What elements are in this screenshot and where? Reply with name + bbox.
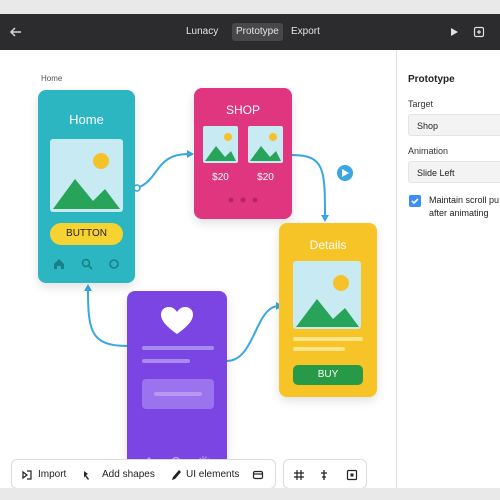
- buy-button[interactable]: BUY: [293, 365, 363, 385]
- import-button[interactable]: Import: [38, 469, 66, 481]
- prototype-canvas[interactable]: Home Home BUTTON SHOP $20 $20 Details BU…: [0, 50, 396, 488]
- import-icon: [22, 470, 32, 480]
- heart-icon: [161, 307, 193, 334]
- content-block: [142, 379, 214, 409]
- share-icon[interactable]: [472, 25, 486, 39]
- shop-card-title: SHOP: [225, 103, 260, 117]
- shapes-icon: [84, 471, 89, 480]
- pager-dots: [228, 197, 258, 203]
- connector-profile-details: [226, 305, 280, 362]
- connector-profile-home: [87, 287, 128, 347]
- home-card-title: Home: [69, 112, 104, 127]
- target-select[interactable]: Shop: [408, 114, 500, 136]
- bottom-toolbar: Import Add shapes UI elements: [11, 459, 276, 488]
- ui-elements-button[interactable]: UI elements: [186, 469, 239, 481]
- product-price: $20: [257, 172, 274, 183]
- product-price: $20: [212, 172, 229, 183]
- maintain-scroll-label: Maintain scroll pu after animating: [429, 195, 500, 218]
- tools-toolbar: [283, 459, 367, 488]
- details-card-title: Details: [309, 238, 347, 252]
- back-arrow-icon[interactable]: [8, 24, 24, 40]
- checkmark-icon: [411, 198, 419, 205]
- text-placeholder-lines: [293, 337, 363, 351]
- frame-icon[interactable]: [346, 469, 358, 481]
- animation-label: Animation: [408, 146, 449, 156]
- image-placeholder-icon: [50, 139, 123, 212]
- component-icon[interactable]: [252, 469, 264, 481]
- add-shapes-button[interactable]: Add shapes: [102, 469, 155, 481]
- pen-icon: [172, 470, 181, 480]
- product-image-icon: [248, 126, 283, 163]
- tab-export[interactable]: Export: [291, 26, 320, 38]
- circle-icon: [109, 259, 119, 269]
- play-icon[interactable]: [447, 25, 461, 39]
- maintain-scroll-checkbox[interactable]: [409, 195, 421, 207]
- app-window: Lunacy Prototype Export Home Home BUTTON…: [0, 14, 500, 488]
- title-bar: Lunacy Prototype Export: [0, 14, 500, 50]
- text-placeholder-lines: [142, 346, 214, 363]
- tab-lunacy[interactable]: Lunacy: [186, 26, 218, 38]
- prototype-panel: Prototype Target Shop Animation Slide Le…: [396, 50, 500, 488]
- shop-screen-card[interactable]: SHOP $20 $20: [194, 88, 292, 219]
- animation-select[interactable]: Slide Left: [408, 161, 500, 183]
- align-icon[interactable]: [318, 469, 330, 481]
- search-icon: [81, 258, 93, 270]
- home-icon: [54, 259, 64, 269]
- product-image-icon: [203, 126, 238, 163]
- profile-screen-card[interactable]: [127, 291, 227, 481]
- tab-prototype[interactable]: Prototype: [232, 23, 283, 41]
- home-card-button[interactable]: BUTTON: [50, 223, 123, 245]
- connector-shop-details: [291, 154, 326, 219]
- image-placeholder-icon: [293, 261, 361, 329]
- connector-home-shop: [136, 152, 191, 189]
- target-label: Target: [408, 99, 434, 109]
- home-screen-card[interactable]: Home BUTTON: [38, 90, 135, 283]
- panel-title: Prototype: [408, 74, 455, 85]
- grid-icon[interactable]: [293, 469, 305, 481]
- details-screen-card[interactable]: Details BUY: [279, 223, 377, 397]
